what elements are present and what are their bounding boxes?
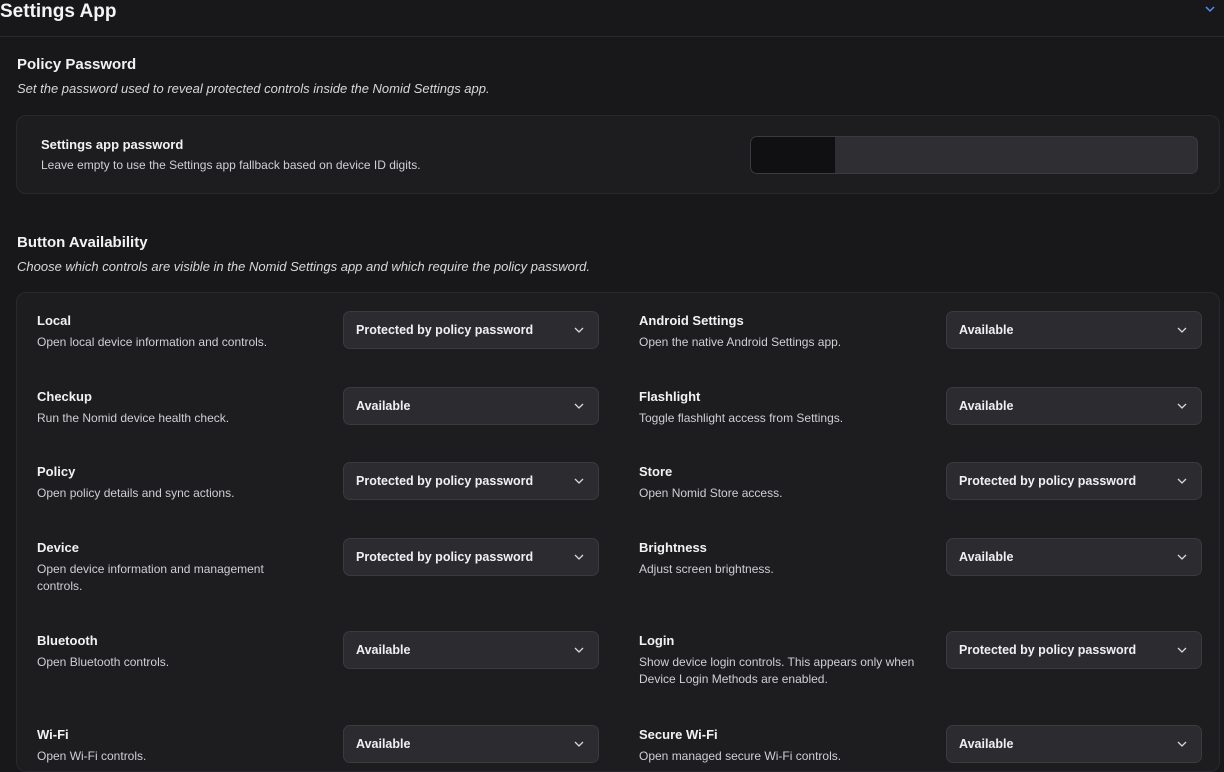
availability-select-store[interactable]: Protected by policy password — [946, 462, 1202, 500]
control-description-bluetooth: Open Bluetooth controls. — [37, 655, 170, 669]
chevron-down-icon — [1177, 647, 1187, 653]
control-description-checkup: Run the Nomid device health check. — [37, 411, 230, 425]
availability-select-checkup[interactable]: Available — [343, 387, 599, 425]
availability-select-value: Protected by policy password — [959, 474, 1137, 488]
button-availability-card: Local Open local device information and c… — [16, 292, 1220, 772]
policy-password-title: Policy Password — [17, 56, 137, 73]
availability-select-value: Protected by policy password — [959, 643, 1137, 657]
policy-password-card: Settings app password Leave empty to use… — [16, 115, 1220, 194]
policy-password-description: Set the password used to reveal protecte… — [17, 81, 490, 96]
availability-select-value: Protected by policy password — [356, 550, 534, 564]
chevron-down-icon — [574, 554, 584, 560]
availability-select-secure-wi-fi[interactable]: Available — [946, 725, 1202, 763]
control-description-wi-fi: Open Wi-Fi controls. — [37, 749, 147, 763]
availability-select-login[interactable]: Protected by policy password — [946, 631, 1202, 669]
availability-select-value: Protected by policy password — [356, 474, 534, 488]
control-label-store: Store — [639, 464, 673, 479]
control-label-device: Device — [37, 540, 79, 555]
control-description-store: Open Nomid Store access. — [639, 486, 783, 500]
availability-select-value: Available — [356, 737, 411, 751]
chevron-down-icon — [574, 478, 584, 484]
control-label-login: Login — [639, 633, 675, 648]
availability-select-bluetooth[interactable]: Available — [343, 631, 599, 669]
button-availability-title: Button Availability — [17, 234, 148, 251]
control-description-device: Open device information and management c… — [37, 562, 264, 593]
chevron-down-icon — [574, 741, 584, 747]
control-label-checkup: Checkup — [37, 389, 92, 404]
control-label-bluetooth: Bluetooth — [37, 633, 98, 648]
availability-select-policy[interactable]: Protected by policy password — [343, 462, 599, 500]
control-label-wi-fi: Wi-Fi — [37, 727, 69, 742]
button-availability-description: Choose which controls are visible in the… — [17, 259, 591, 274]
control-description-flashlight: Toggle flashlight access from Settings. — [639, 411, 844, 425]
availability-select-value: Available — [356, 399, 411, 413]
chevron-down-icon — [1177, 403, 1187, 409]
chevron-down-icon[interactable] — [1204, 4, 1216, 14]
control-description-login: Show device login controls. This appears… — [639, 655, 915, 686]
control-description-android-settings: Open the native Android Settings app. — [639, 335, 842, 349]
control-description-local: Open local device information and contro… — [37, 335, 268, 349]
availability-select-brightness[interactable]: Available — [946, 538, 1202, 576]
availability-select-wi-fi[interactable]: Available — [343, 725, 599, 763]
availability-select-value: Available — [959, 399, 1014, 413]
chevron-down-icon — [1177, 478, 1187, 484]
availability-select-device[interactable]: Protected by policy password — [343, 538, 599, 576]
page-header: Settings App — [0, 0, 1224, 37]
chevron-down-icon — [574, 647, 584, 653]
control-label-android-settings: Android Settings — [639, 313, 744, 328]
control-label-brightness: Brightness — [639, 540, 707, 555]
availability-select-local[interactable]: Protected by policy password — [343, 311, 599, 349]
control-label-secure-wi-fi: Secure Wi-Fi — [639, 727, 718, 742]
availability-select-value: Available — [959, 550, 1014, 564]
control-description-policy: Open policy details and sync actions. — [37, 486, 235, 500]
control-description-brightness: Adjust screen brightness. — [639, 562, 774, 576]
settings-app-password-input[interactable] — [750, 136, 1198, 174]
availability-select-flashlight[interactable]: Available — [946, 387, 1202, 425]
availability-select-value: Available — [959, 323, 1014, 337]
chevron-down-icon — [1177, 554, 1187, 560]
control-label-policy: Policy — [37, 464, 76, 479]
chevron-down-icon — [1177, 741, 1187, 747]
page-title: Settings App — [0, 1, 117, 22]
availability-select-android-settings[interactable]: Available — [946, 311, 1202, 349]
availability-select-value: Available — [356, 643, 411, 657]
chevron-down-icon — [574, 403, 584, 409]
control-description-secure-wi-fi: Open managed secure Wi-Fi controls. — [639, 749, 842, 763]
settings-app-password-help: Leave empty to use the Settings app fall… — [41, 158, 421, 172]
availability-select-value: Protected by policy password — [356, 323, 534, 337]
control-label-local: Local — [37, 313, 71, 328]
chevron-down-icon — [1177, 327, 1187, 333]
chevron-down-icon — [574, 327, 584, 333]
control-label-flashlight: Flashlight — [639, 389, 701, 404]
settings-app-password-label: Settings app password — [41, 137, 184, 152]
availability-select-value: Available — [959, 737, 1014, 751]
password-mask — [751, 137, 835, 173]
